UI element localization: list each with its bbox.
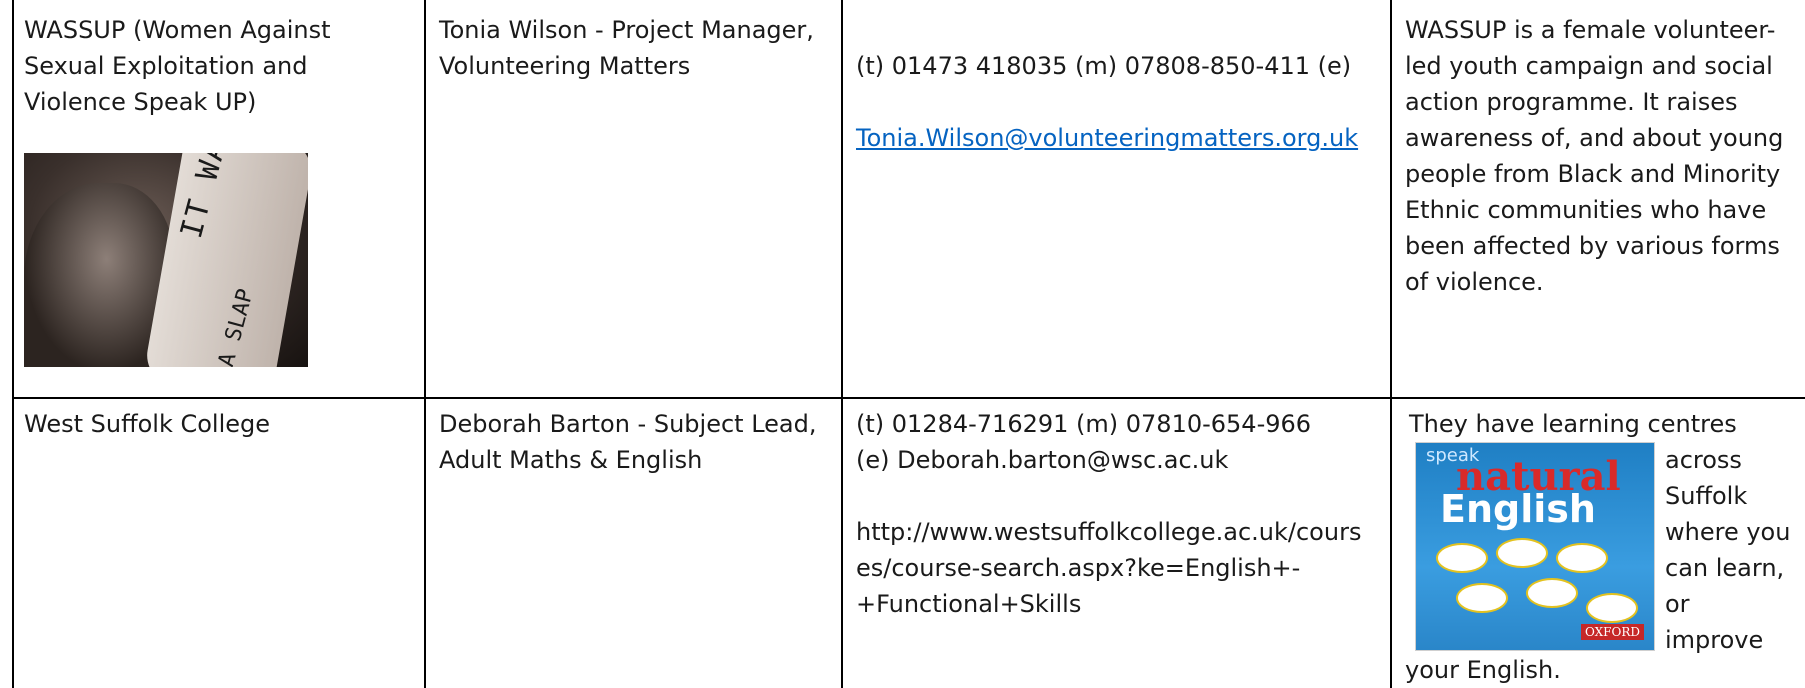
organisation-name: WASSUP (Women Against Sexual Exploitatio…: [24, 16, 331, 116]
column-divider: [424, 0, 426, 688]
contact-details: (t) 01284-716291 (m) 07810-654-966 (e) D…: [856, 410, 1362, 618]
book-title-english: English: [1440, 487, 1596, 531]
organisation-name: West Suffolk College: [24, 410, 271, 438]
speech-bubble: [1496, 538, 1548, 568]
contact-person: Deborah Barton - Subject Lead, Adult Mat…: [439, 410, 817, 474]
speech-bubble: [1556, 543, 1608, 573]
book-cover-image: speak natural English OXFORD: [1415, 442, 1655, 651]
speech-bubble: [1526, 578, 1578, 608]
speech-bubble: [1456, 583, 1508, 613]
contact-phones: (t) 01473 418035 (m) 07808-850-411 (e): [856, 52, 1352, 80]
column-divider: [1390, 0, 1392, 688]
campaign-photo: IT WAS 'ONLY' A SLAP: [24, 153, 308, 367]
row-divider: [12, 397, 1805, 399]
contact-person: Tonia Wilson - Project Manager, Voluntee…: [439, 16, 814, 80]
table-border-left: [12, 0, 14, 688]
publisher-logo: OXFORD: [1581, 624, 1644, 640]
speech-bubble: [1436, 543, 1488, 573]
contacts-table: WASSUP (Women Against Sexual Exploitatio…: [12, 0, 1805, 688]
description-side: across Suffolk where you can learn, or i…: [1665, 446, 1791, 654]
email-link[interactable]: Tonia.Wilson@volunteeringmatters.org.uk: [856, 124, 1358, 152]
speech-bubble: [1586, 593, 1638, 623]
organisation-description: WASSUP is a female volunteer- led youth …: [1405, 16, 1784, 296]
description-intro: They have learning centres: [1409, 410, 1737, 438]
column-divider: [841, 0, 843, 688]
contact-details: (t) 01473 418035 (m) 07808-850-411 (e) T…: [856, 12, 1386, 156]
description-end: your English.: [1405, 656, 1561, 684]
